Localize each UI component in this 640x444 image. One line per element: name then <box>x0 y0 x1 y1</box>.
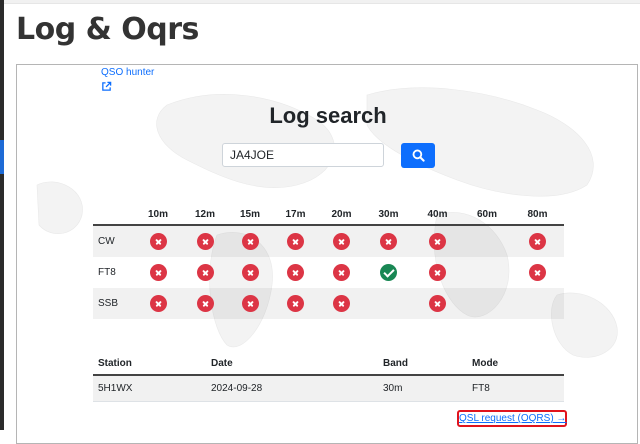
band-cell <box>183 225 227 257</box>
not-worked-x-icon <box>529 264 546 281</box>
band-cell <box>227 288 273 319</box>
mode-header <box>93 205 133 226</box>
band-cell: 30m <box>378 375 467 402</box>
band-cell <box>318 225 365 257</box>
not-worked-x-icon <box>196 295 214 312</box>
external-link-icon[interactable] <box>101 81 112 92</box>
band-cell <box>412 225 463 257</box>
band-cell <box>412 257 463 288</box>
log-search-frame: QSO hunter Log search 10m 12m 15m 17m 20… <box>16 64 638 444</box>
not-worked-x-icon <box>529 233 546 250</box>
band-cell <box>273 225 318 257</box>
band-header: 40m <box>412 205 463 226</box>
qso-hunter-link[interactable]: QSO hunter <box>101 67 154 78</box>
band-header: 30m <box>365 205 412 226</box>
band-cell <box>227 257 273 288</box>
band-cell <box>133 288 183 319</box>
date-cell: 2024-09-28 <box>206 375 378 402</box>
band-cell <box>133 225 183 257</box>
page-title: Log & Oqrs <box>16 12 199 47</box>
mode-label: SSB <box>93 288 133 319</box>
band-cell <box>365 257 412 288</box>
not-worked-x-icon <box>429 233 446 250</box>
station-cell: 5H1WX <box>93 375 206 402</box>
not-worked-x-icon <box>287 264 304 281</box>
band-cell <box>318 288 365 319</box>
band-header: Band <box>378 353 467 376</box>
band-cell <box>273 257 318 288</box>
band-cell <box>511 288 564 319</box>
band-cell <box>511 225 564 257</box>
band-cell <box>511 257 564 288</box>
band-header: 60m <box>463 205 511 226</box>
band-cell <box>318 257 365 288</box>
top-border <box>0 0 640 4</box>
band-mode-grid: 10m 12m 15m 17m 20m 30m 40m 60m 80m CW FT… <box>93 205 564 319</box>
search-title: Log search <box>269 103 387 128</box>
band-header: 10m <box>133 205 183 226</box>
band-header: 12m <box>183 205 227 226</box>
not-worked-x-icon <box>333 295 350 312</box>
not-worked-x-icon <box>149 233 167 250</box>
band-header: 15m <box>227 205 273 226</box>
not-worked-x-icon <box>380 233 397 250</box>
not-worked-x-icon <box>196 264 214 281</box>
not-worked-x-icon <box>196 233 214 250</box>
mode-header: Mode <box>467 353 564 376</box>
band-cell <box>273 288 318 319</box>
band-header-row: 10m 12m 15m 17m 20m 30m 40m 60m 80m <box>93 205 564 226</box>
worked-check-icon <box>380 264 397 281</box>
mode-cell: FT8 <box>467 375 564 402</box>
band-cell <box>365 288 412 319</box>
search-button[interactable] <box>401 143 435 168</box>
station-header: Station <box>93 353 206 376</box>
band-cell <box>183 257 227 288</box>
band-header: 80m <box>511 205 564 226</box>
qsl-request-link[interactable]: QSL request (OQRS) → <box>457 410 567 427</box>
date-header: Date <box>206 353 378 376</box>
not-worked-x-icon <box>241 295 259 312</box>
not-worked-x-icon <box>149 264 167 281</box>
not-worked-x-icon <box>333 233 350 250</box>
not-worked-x-icon <box>429 295 446 312</box>
band-cell <box>463 288 511 319</box>
not-worked-x-icon <box>287 295 304 312</box>
not-worked-x-icon <box>149 295 167 312</box>
table-row: 5H1WX 2024-09-28 30m FT8 <box>93 375 564 402</box>
mode-label: CW <box>93 225 133 257</box>
callsign-search-input[interactable] <box>222 143 384 167</box>
search-icon <box>412 149 425 162</box>
not-worked-x-icon <box>333 264 350 281</box>
left-edge-strip <box>0 0 4 430</box>
band-header: 17m <box>273 205 318 226</box>
band-cell <box>463 257 511 288</box>
grid-row-ft8: FT8 <box>93 257 564 288</box>
mode-label: FT8 <box>98 267 116 278</box>
not-worked-x-icon <box>241 233 259 250</box>
band-cell <box>463 225 511 257</box>
band-cell <box>183 288 227 319</box>
band-cell <box>412 288 463 319</box>
band-cell <box>133 257 183 288</box>
band-cell <box>227 225 273 257</box>
band-cell <box>365 225 412 257</box>
not-worked-x-icon <box>241 264 259 281</box>
not-worked-x-icon <box>287 233 304 250</box>
not-worked-x-icon <box>429 264 446 281</box>
results-table: Station Date Band Mode 5H1WX 2024-09-28 … <box>93 353 564 402</box>
grid-row-ssb: SSB <box>93 288 564 319</box>
band-header: 20m <box>318 205 365 226</box>
grid-row-cw: CW <box>93 225 564 257</box>
results-header-row: Station Date Band Mode <box>93 353 564 376</box>
